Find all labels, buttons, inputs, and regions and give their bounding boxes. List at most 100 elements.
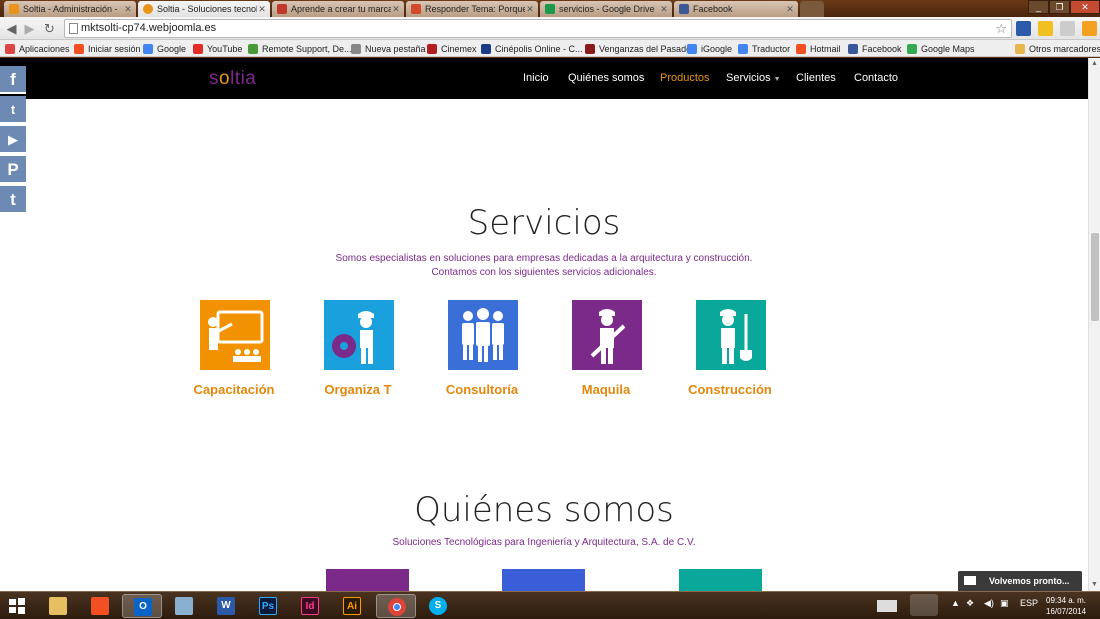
nav-contacto[interactable]: Contacto [854, 72, 898, 84]
back-arrow-icon[interactable]: ◀ [4, 21, 19, 36]
nav-servicios[interactable]: Servicios ▼ [726, 72, 781, 84]
team-card-2[interactable] [502, 569, 585, 591]
taskbar-skype[interactable]: S [418, 594, 458, 618]
nav-quienes-somos[interactable]: Quiénes somos [568, 72, 644, 84]
microsoft-icon [796, 43, 806, 54]
minimize-icon[interactable]: _ [1028, 0, 1049, 14]
facebook-favicon [679, 4, 689, 14]
teacher-board-icon [200, 300, 270, 370]
tray-expand-icon[interactable]: ▲ [951, 598, 960, 608]
browser-tab-strip: Soltia - Administración - ✕ Soltia - Sol… [0, 0, 1100, 17]
bookmark-igoogle[interactable]: iGoogle [687, 42, 732, 55]
bookmark-iniciar-sesion[interactable]: Iniciar sesión [74, 42, 141, 55]
tab-soltia-soluciones[interactable]: Soltia - Soluciones tecnol ✕ [138, 1, 270, 17]
extension-gear-icon[interactable] [1016, 21, 1031, 36]
window-controls: _ ❐ ✕ [1028, 0, 1100, 14]
taskbar-outlook[interactable]: O [122, 594, 162, 618]
youtube-icon [193, 43, 203, 54]
address-bar[interactable]: mktsolti-cp74.webjoomla.es ☆ [64, 19, 1012, 38]
youtube-share-icon[interactable]: ▶ [0, 126, 26, 154]
venganzas-icon [585, 43, 595, 54]
drive-favicon [545, 4, 555, 14]
keyboard-icon[interactable] [877, 600, 897, 612]
taskbar-illustrator[interactable]: Ai [332, 594, 372, 618]
bookmark-hotmail[interactable]: Hotmail [796, 42, 841, 55]
taskbar-indesign[interactable]: Id [290, 594, 330, 618]
taskbar-word[interactable]: W [206, 594, 246, 618]
soltia-favicon [9, 4, 19, 14]
nav-inicio[interactable]: Inicio [523, 72, 549, 84]
star-icon[interactable]: ☆ [995, 20, 1007, 37]
page-icon [351, 43, 361, 54]
tab-facebook[interactable]: Facebook ✕ [674, 1, 798, 17]
volume-icon[interactable]: ◀) [984, 598, 994, 609]
bookmark-traductor[interactable]: Traductor [738, 42, 790, 55]
bookmark-google[interactable]: Google [143, 42, 186, 55]
skype-icon: S [429, 597, 447, 615]
bookmark-cinemex[interactable]: Cinemex [427, 42, 477, 55]
taskbar-store[interactable] [80, 594, 120, 618]
twitter-share-icon[interactable]: t [0, 96, 26, 124]
nav-productos[interactable]: Productos [660, 72, 710, 84]
bookmark-venganzas[interactable]: Venganzas del Pasado [585, 42, 691, 55]
forward-arrow-icon[interactable]: ▶ [22, 21, 37, 36]
network-icon[interactable]: ▣ [1000, 598, 1009, 609]
cinemex-icon [427, 43, 437, 54]
language-indicator[interactable]: ESP [1020, 598, 1038, 608]
reload-icon[interactable]: ↻ [42, 21, 57, 36]
page-icon [69, 23, 78, 34]
tab-aprende-marca[interactable]: Aprende a crear tu marca ✕ [272, 1, 404, 17]
window-close-icon[interactable]: ✕ [1070, 0, 1100, 14]
tab-responder-tema[interactable]: Responder Tema: Porque ✕ [406, 1, 538, 17]
page-scrollbar[interactable]: ▲ ▼ [1088, 58, 1100, 591]
close-icon[interactable]: ✕ [659, 4, 669, 15]
extension-notes-icon[interactable] [1038, 21, 1053, 36]
pinterest-share-icon[interactable]: P [0, 156, 26, 184]
bookmark-youtube[interactable]: YouTube [193, 42, 242, 55]
close-icon[interactable]: ✕ [391, 4, 401, 15]
scroll-up-icon[interactable]: ▲ [1089, 58, 1100, 70]
team-card-1[interactable] [326, 569, 409, 591]
taskbar-photoshop[interactable]: Ps [248, 594, 288, 618]
close-icon[interactable]: ✕ [525, 4, 535, 15]
en-favicon [277, 4, 287, 14]
tab-google-drive[interactable]: servicios - Google Drive ✕ [540, 1, 672, 17]
page-viewport: soltia Inicio Quiénes somos Productos Se… [0, 58, 1088, 591]
tab-soltia-admin[interactable]: Soltia - Administración - ✕ [4, 1, 136, 17]
bookmark-cinepolis[interactable]: Cinépolis Online - C... [481, 42, 583, 55]
maximize-icon[interactable]: ❐ [1049, 0, 1070, 14]
remote-support-icon [248, 43, 258, 54]
bookmark-remote-support[interactable]: Remote Support, De... [248, 42, 352, 55]
taskbar-paint[interactable] [164, 594, 204, 618]
new-tab-button[interactable] [800, 1, 824, 17]
bookmark-google-maps[interactable]: Google Maps [907, 42, 975, 55]
taskbar-explorer[interactable] [38, 594, 78, 618]
worker-shovel-icon [696, 300, 766, 370]
dropbox-icon[interactable]: ❖ [966, 598, 974, 609]
facebook-share-icon[interactable]: f [0, 66, 26, 94]
live-chat-widget[interactable]: Volvemos pronto... [958, 571, 1082, 591]
bookmark-aplicaciones[interactable]: Aplicaciones [5, 42, 70, 55]
team-card-3[interactable] [679, 569, 762, 591]
scroll-down-icon[interactable]: ▼ [1089, 579, 1100, 591]
system-clock[interactable]: 09:34 a. m. 16/07/2014 [1046, 595, 1086, 617]
start-button[interactable] [0, 594, 34, 618]
browser-toolbar: ◀ ▶ ↻ mktsolti-cp74.webjoomla.es ☆ [0, 17, 1100, 40]
notification-app-icon[interactable] [910, 594, 938, 616]
bookmark-facebook[interactable]: Facebook [848, 42, 902, 55]
facebook-icon [848, 43, 858, 54]
microsoft-icon [74, 43, 84, 54]
taskbar-chrome[interactable] [376, 594, 416, 618]
nav-clientes[interactable]: Clientes [796, 72, 836, 84]
extension-pen-icon[interactable] [1060, 21, 1075, 36]
outlook-icon: O [134, 598, 152, 616]
chrome-menu-icon[interactable] [1082, 21, 1097, 36]
bookmark-nueva-pestana[interactable]: Nueva pestaña [351, 42, 426, 55]
close-icon[interactable]: ✕ [123, 4, 133, 15]
bookmark-otros-marcadores[interactable]: Otros marcadores [1015, 42, 1100, 55]
paint-icon [175, 597, 193, 615]
soltia-logo[interactable]: soltia [209, 68, 256, 90]
close-icon[interactable]: ✕ [257, 4, 267, 15]
close-icon[interactable]: ✕ [785, 4, 795, 15]
scrollbar-thumb[interactable] [1091, 233, 1099, 321]
